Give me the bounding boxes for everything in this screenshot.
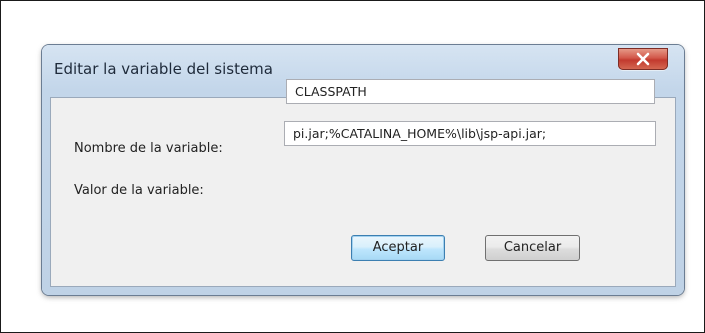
close-button[interactable] — [618, 48, 668, 70]
accept-button[interactable]: Aceptar — [351, 235, 445, 261]
dialog-title: Editar la variable del sistema — [54, 60, 273, 78]
variable-name-label: Nombre de la variable: — [74, 141, 223, 156]
close-icon — [636, 52, 650, 66]
variable-value-label: Valor de la variable: — [74, 183, 204, 198]
variable-value-field[interactable]: pi.jar;%CATALINA_HOME%\lib\jsp-api.jar; — [284, 121, 656, 146]
cancel-button[interactable]: Cancelar — [485, 235, 580, 261]
variable-name-field[interactable]: CLASSPATH — [286, 79, 655, 104]
